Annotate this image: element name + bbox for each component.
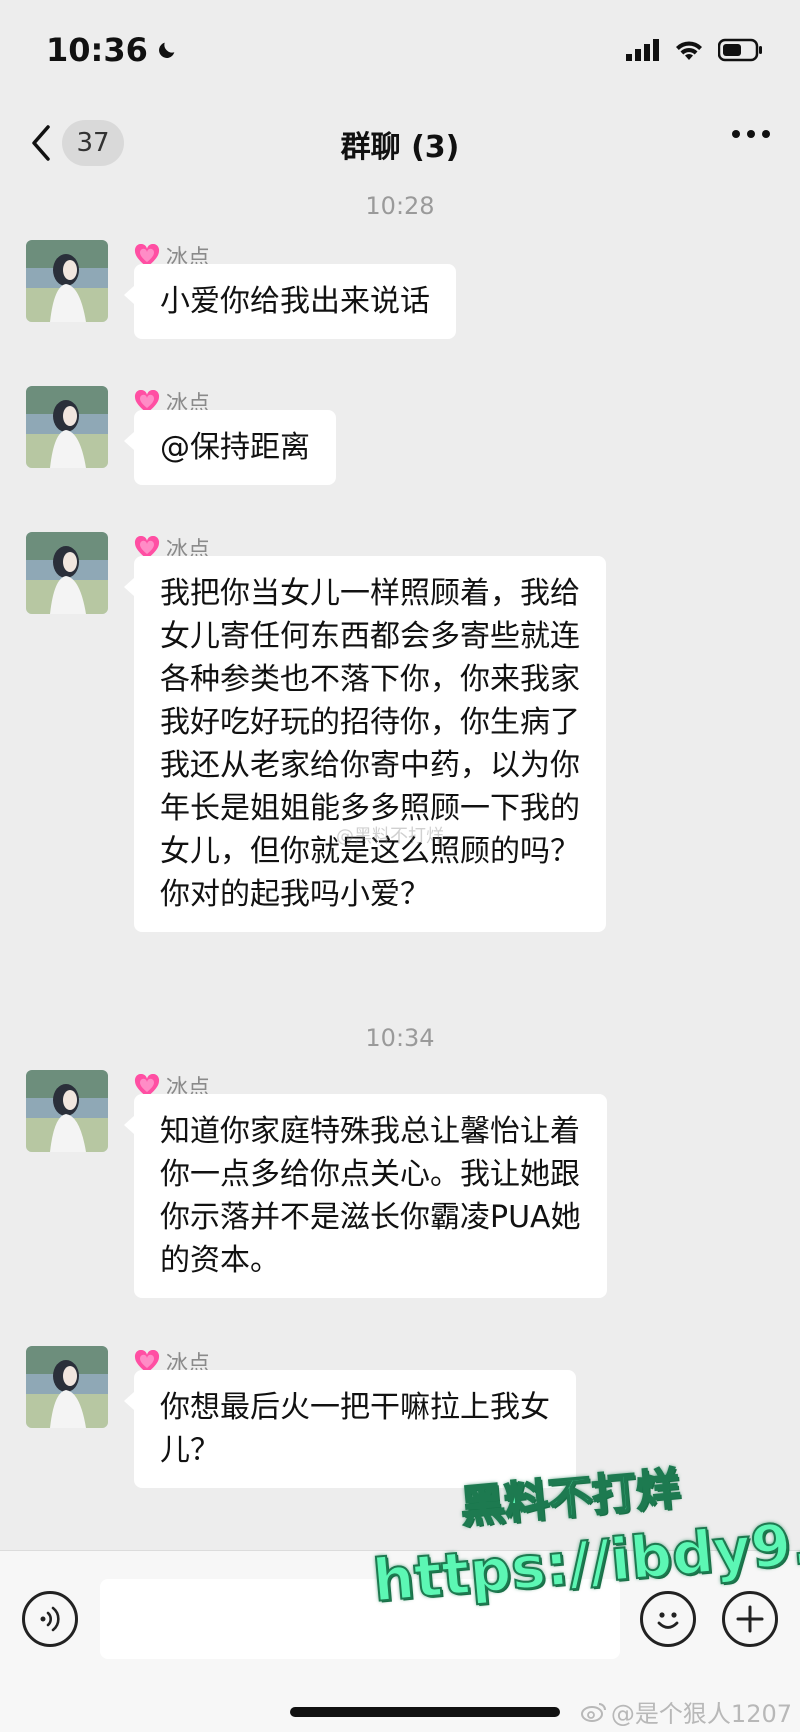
message-bubble[interactable]: 小爱你给我出来说话 <box>124 264 456 339</box>
voice-icon[interactable] <box>22 1591 78 1647</box>
weibo-handle: @是个狠人1207 <box>610 1700 792 1728</box>
signal-icon <box>626 39 659 61</box>
chevron-left-icon <box>32 125 50 161</box>
chat-header: 37 群聊 (3) <box>0 100 800 188</box>
weibo-watermark: @是个狠人1207 <box>580 1694 792 1729</box>
plus-icon[interactable] <box>722 1591 778 1647</box>
center-watermark: @黑料不打烊 <box>336 826 444 847</box>
timestamp: 10:34 <box>365 1024 435 1052</box>
chat-messages[interactable]: 10:28 冰点 小爱你给我出来说话 冰点 @保持距离 冰点 我把你当女儿一样照… <box>0 188 800 1550</box>
clock-text: 10:36 <box>46 31 148 69</box>
avatar[interactable] <box>26 386 108 468</box>
message-bubble[interactable]: @保持距离 <box>124 410 336 485</box>
back-button[interactable]: 37 <box>30 120 124 166</box>
status-icons <box>626 38 764 62</box>
unread-count-badge: 37 <box>62 120 124 166</box>
message-bubble[interactable]: 我把你当女儿一样照顾着，我给 女儿寄任何东西都会多寄些就连 各种参类也不落下你，… <box>124 556 606 932</box>
avatar[interactable] <box>26 532 108 614</box>
weibo-logo-icon <box>580 1702 606 1722</box>
status-bar: 10:36 <box>0 0 800 100</box>
emoji-icon[interactable] <box>640 1591 696 1647</box>
avatar[interactable] <box>26 1070 108 1152</box>
timestamp: 10:28 <box>365 192 435 220</box>
home-indicator[interactable] <box>290 1707 560 1717</box>
moon-icon <box>158 42 175 58</box>
avatar[interactable] <box>26 240 108 322</box>
chat-title: 群聊 (3) <box>340 130 460 165</box>
avatar[interactable] <box>26 1346 108 1428</box>
status-time: 10:36 <box>46 31 178 69</box>
more-dots-icon[interactable] <box>732 130 770 138</box>
battery-icon <box>718 38 762 62</box>
wifi-icon <box>676 41 702 60</box>
message-bubble[interactable]: 知道你家庭特殊我总让馨怡让着 你一点多给你点关心。我让她跟 你示落并不是滋长你霸… <box>124 1094 607 1298</box>
